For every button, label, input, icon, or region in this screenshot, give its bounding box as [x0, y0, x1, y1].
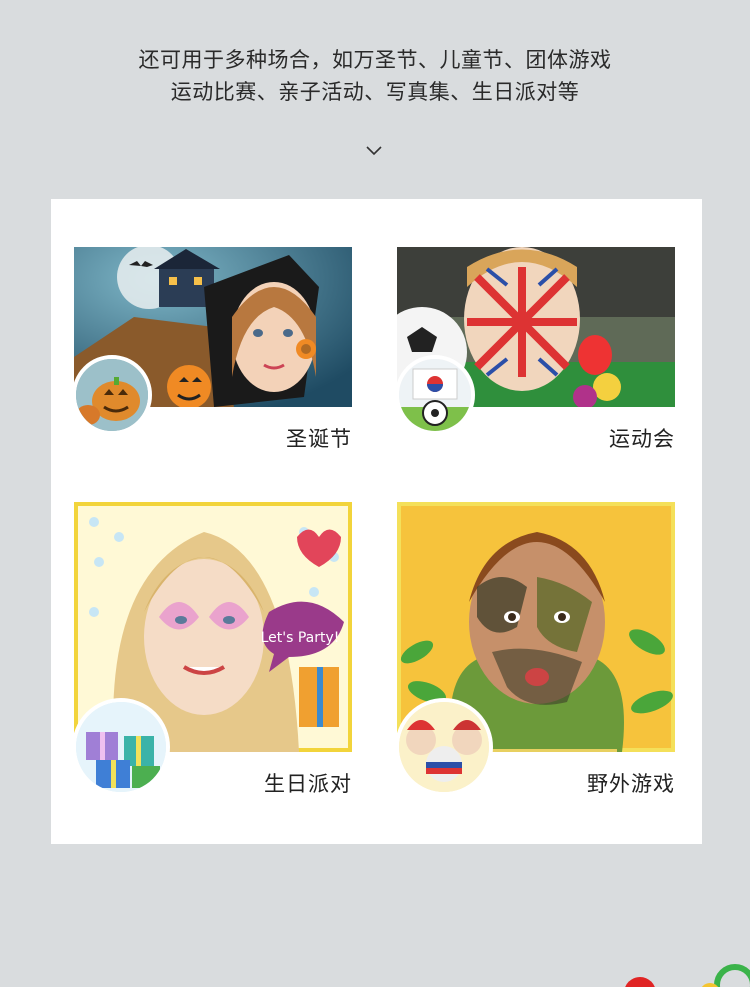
occasion-card-halloween[interactable]: 圣诞节 [72, 247, 352, 457]
outdoor-badge [395, 698, 493, 796]
occasion-label: 生日派对 [264, 772, 352, 796]
occasion-card-sports[interactable]: 运动会 [395, 247, 675, 457]
intro-text: 还可用于多种场合，如万圣节、儿童节、团体游戏 运动比赛、亲子活动、写真集、生日派… [0, 44, 750, 108]
halloween-badge [72, 355, 152, 435]
intro-line-1: 还可用于多种场合，如万圣节、儿童节、团体游戏 [138, 48, 612, 72]
occasion-card-birthday[interactable]: Let's Party! 生日派对 [72, 502, 352, 802]
occasions-panel: 圣诞节 运动会 Let's Party! 生日派对 野外游戏 [51, 199, 702, 844]
occasion-label: 野外游戏 [587, 772, 675, 796]
birthday-badge [72, 698, 170, 796]
sports-badge [395, 355, 475, 435]
lets-party-bubble-text: Let's Party! [261, 630, 340, 646]
occasion-card-outdoor[interactable]: 野外游戏 [395, 502, 675, 802]
occasion-label: 运动会 [609, 427, 675, 451]
decorative-circles [625, 964, 750, 987]
intro-line-2: 运动比赛、亲子活动、写真集、生日派对等 [170, 80, 580, 104]
occasion-label: 圣诞节 [286, 427, 352, 451]
chevron-down-icon[interactable] [366, 146, 382, 156]
